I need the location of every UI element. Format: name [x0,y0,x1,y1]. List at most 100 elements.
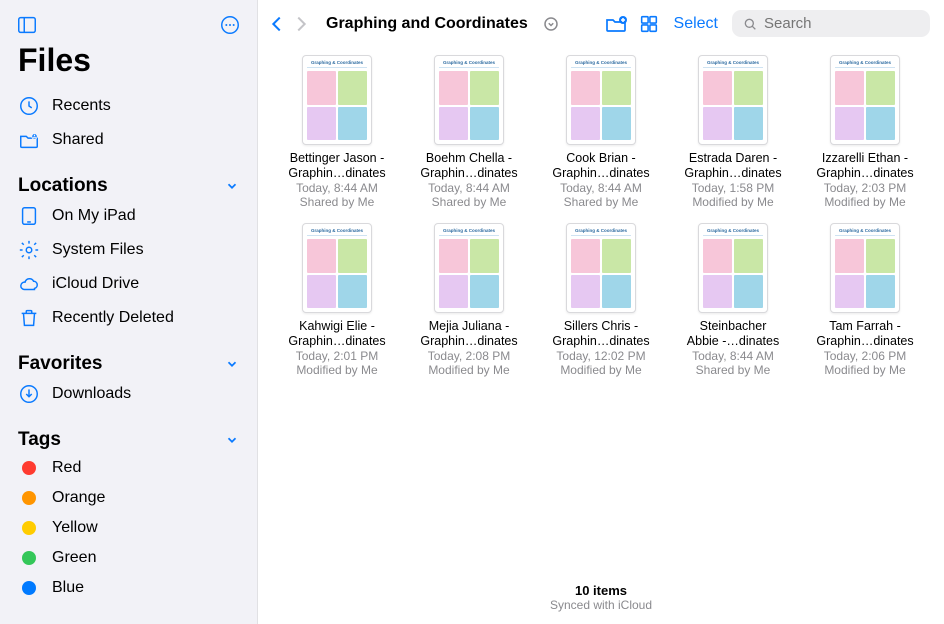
file-status: Shared by Me [540,195,662,209]
file-name: Kahwigi Elie -Graphin…dinates [276,319,398,349]
file-thumbnail: Graphing & Coordinates [830,55,900,145]
file-name: Izzarelli Ethan -Graphin…dinates [804,151,926,181]
sidebar-item-green[interactable]: Green [8,543,249,573]
file-item[interactable]: Graphing & CoordinatesBoehm Chella -Grap… [408,55,530,209]
file-thumbnail: Graphing & Coordinates [698,55,768,145]
file-name: SteinbacherAbbie -…dinates [672,319,794,349]
select-button[interactable]: Select [670,15,722,33]
toggle-sidebar-icon[interactable] [16,14,38,36]
footer: 10 items Synced with iCloud [258,575,944,624]
sidebar-item-icloud-drive[interactable]: iCloud Drive [8,267,249,301]
new-folder-icon[interactable] [604,12,628,36]
section-favorites[interactable]: Favorites [8,335,249,377]
file-thumbnail: Graphing & Coordinates [830,223,900,313]
download-icon [18,383,40,405]
file-item[interactable]: Graphing & Coordinates Kahwigi Elie -Grap… [276,223,398,377]
sidebar-item-label: iCloud Drive [52,275,139,293]
main: Graphing and Coordinates Select Graphing… [258,0,944,624]
forward-button[interactable] [290,13,312,35]
file-time: Today, 8:44 AM [408,181,530,195]
file-item[interactable]: Graphing & Coordinates Sillers Chris -Gra… [540,223,662,377]
toolbar: Graphing and Coordinates Select [258,0,944,45]
tag-dot-icon [18,521,40,535]
clock-icon [18,95,40,117]
sidebar-item-system-files[interactable]: System Files [8,233,249,267]
sidebar-item-on-my-ipad[interactable]: On My iPad [8,199,249,233]
folder-title[interactable]: Graphing and Coordinates [322,15,532,33]
sidebar-item-recently-deleted[interactable]: Recently Deleted [8,301,249,335]
view-grid-icon[interactable] [638,13,660,35]
file-thumbnail: Graphing & Coordinates [698,223,768,313]
file-item[interactable]: Graphing & Coordinates Tam Farrah -Graphi… [804,223,926,377]
title-chevron-icon[interactable] [542,15,560,33]
file-thumbnail: Graphing & Coordinates [302,223,372,313]
file-status: Shared by Me [672,363,794,377]
section-title: Locations [18,175,108,197]
file-status: Modified by Me [540,363,662,377]
file-item[interactable]: Graphing & CoordinatesEstrada Daren -Gra… [672,55,794,209]
tag-dot-icon [18,461,40,475]
file-item[interactable]: Graphing & Coordinates Bettinger Jason -G… [276,55,398,209]
file-name: Tam Farrah -Graphin…dinates [804,319,926,349]
file-status: Shared by Me [276,195,398,209]
file-name: Boehm Chella -Graphin…dinates [408,151,530,181]
back-button[interactable] [266,13,288,35]
app-title: Files [8,42,249,89]
sidebar-item-label: Orange [52,489,105,507]
section-locations[interactable]: Locations [8,157,249,199]
tag-dot-icon [18,491,40,505]
file-thumbnail: Graphing & Coordinates [302,55,372,145]
section-tags[interactable]: Tags [8,411,249,453]
item-count: 10 items [258,583,944,598]
sidebar-item-label: Yellow [52,519,98,537]
shared-folder-icon [18,129,40,151]
file-time: Today, 8:44 AM [672,349,794,363]
file-name: Sillers Chris -Graphin…dinates [540,319,662,349]
sidebar-item-shared[interactable]: Shared [8,123,249,157]
sidebar-item-yellow[interactable]: Yellow [8,513,249,543]
sidebar-item-label: Green [52,549,96,567]
cloud-icon [18,273,40,295]
file-status: Modified by Me [408,363,530,377]
file-status: Modified by Me [804,195,926,209]
file-thumbnail: Graphing & Coordinates [434,223,504,313]
file-thumbnail: Graphing & Coordinates [566,223,636,313]
file-time: Today, 8:44 AM [540,181,662,195]
sidebar-item-label: Recently Deleted [52,309,174,327]
more-icon[interactable] [219,14,241,36]
sidebar-item-label: Shared [52,131,104,149]
section-title: Favorites [18,353,102,375]
sidebar-item-recents[interactable]: Recents [8,89,249,123]
file-name: Bettinger Jason -Graphin…dinates [276,151,398,181]
search-input[interactable] [764,15,944,32]
sidebar-item-label: On My iPad [52,207,136,225]
file-time: Today, 2:01 PM [276,349,398,363]
gear-icon [18,239,40,261]
sidebar-item-orange[interactable]: Orange [8,483,249,513]
tag-dot-icon [18,581,40,595]
file-item[interactable]: Graphing & CoordinatesCook Brian -Graphi… [540,55,662,209]
file-time: Today, 2:03 PM [804,181,926,195]
sidebar-item-blue[interactable]: Blue [8,573,249,603]
file-item[interactable]: Graphing & Coordinates SteinbacherAbbie -… [672,223,794,377]
file-item[interactable]: Graphing & Coordinates Mejia Juliana -Gra… [408,223,530,377]
file-time: Today, 2:08 PM [408,349,530,363]
file-item[interactable]: Graphing & Coordinates Izzarelli Ethan -G… [804,55,926,209]
trash-icon [18,307,40,329]
sync-status: Synced with iCloud [258,598,944,612]
sidebar-item-red[interactable]: Red [8,453,249,483]
file-status: Modified by Me [672,195,794,209]
search-field[interactable] [732,10,930,37]
section-title: Tags [18,429,61,451]
chevron-down-icon [225,357,239,371]
search-icon [742,16,758,32]
file-time: Today, 8:44 AM [276,181,398,195]
sidebar-item-label: Recents [52,97,111,115]
sidebar-item-downloads[interactable]: Downloads [8,377,249,411]
file-name: Mejia Juliana -Graphin…dinates [408,319,530,349]
file-name: Cook Brian -Graphin…dinates [540,151,662,181]
ipad-icon [18,205,40,227]
file-time: Today, 2:06 PM [804,349,926,363]
chevron-down-icon [225,433,239,447]
file-status: Modified by Me [276,363,398,377]
